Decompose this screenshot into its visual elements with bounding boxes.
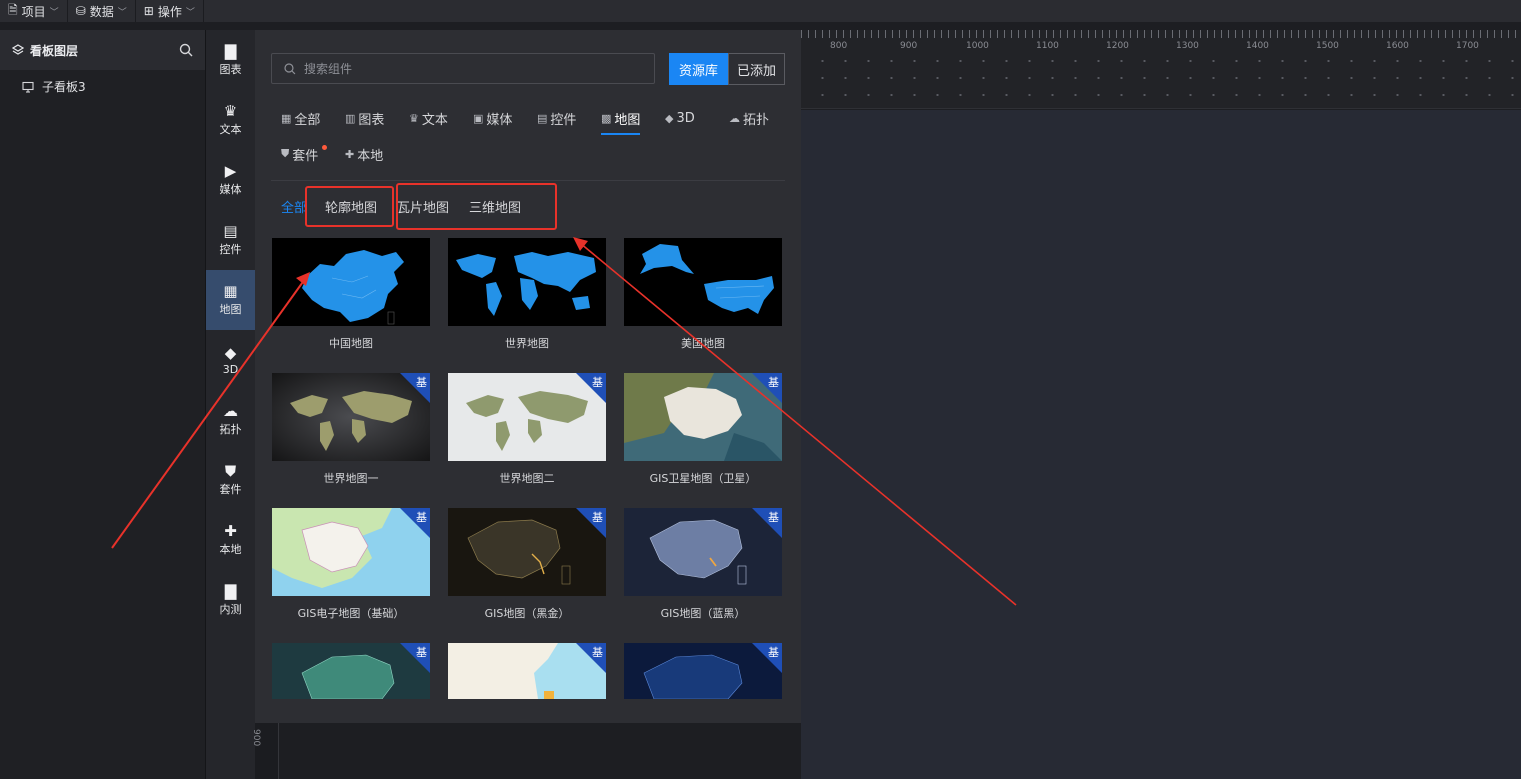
arrow-head-icon (573, 237, 588, 251)
annotation-arrow-left (111, 278, 306, 549)
annotation-arrow-right (579, 242, 1017, 606)
arrow-head-icon (296, 272, 310, 286)
annotation-arrows (111, 237, 1017, 606)
